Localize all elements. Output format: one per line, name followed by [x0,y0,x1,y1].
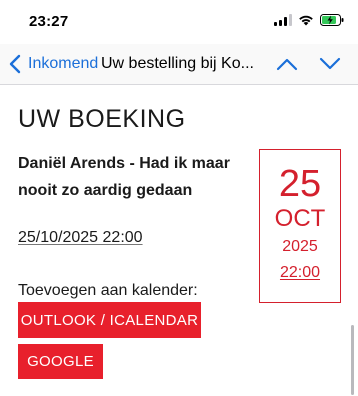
date-badge: 25 OCT 2025 22:00 [259,149,341,303]
status-icons [274,14,344,26]
calendar-label: Toevoegen aan kalender: [18,282,198,299]
chevron-down-icon[interactable] [318,54,342,74]
event-datetime[interactable]: 25/10/2025 22:00 [18,229,143,247]
battery-charging-icon [320,14,344,26]
back-button[interactable]: Inkomend [28,55,98,73]
event-title: Daniël Arends - Had ik maar nooit zo aar… [18,155,230,199]
google-calendar-button[interactable]: GOOGLE [18,344,103,379]
date-year: 2025 [282,238,318,255]
date-time[interactable]: 22:00 [260,263,340,283]
chevron-left-icon[interactable] [8,54,22,74]
page-title: UW BOEKING [18,105,186,133]
outlook-icalendar-button[interactable]: OUTLOOK / ICALENDAR [18,302,201,338]
scrollbar[interactable] [351,325,354,395]
nav-title: Uw bestelling bij Ko... [101,55,254,72]
date-month: OCT [274,205,326,232]
status-time: 23:27 [29,13,69,30]
status-bar: 23:27 [0,0,358,44]
chevron-up-icon[interactable] [275,54,299,74]
wifi-icon [298,14,314,26]
date-day: 25 [278,163,322,205]
nav-bar: Inkomend Uw bestelling bij Ko... [0,44,358,85]
signal-icon [274,14,292,26]
